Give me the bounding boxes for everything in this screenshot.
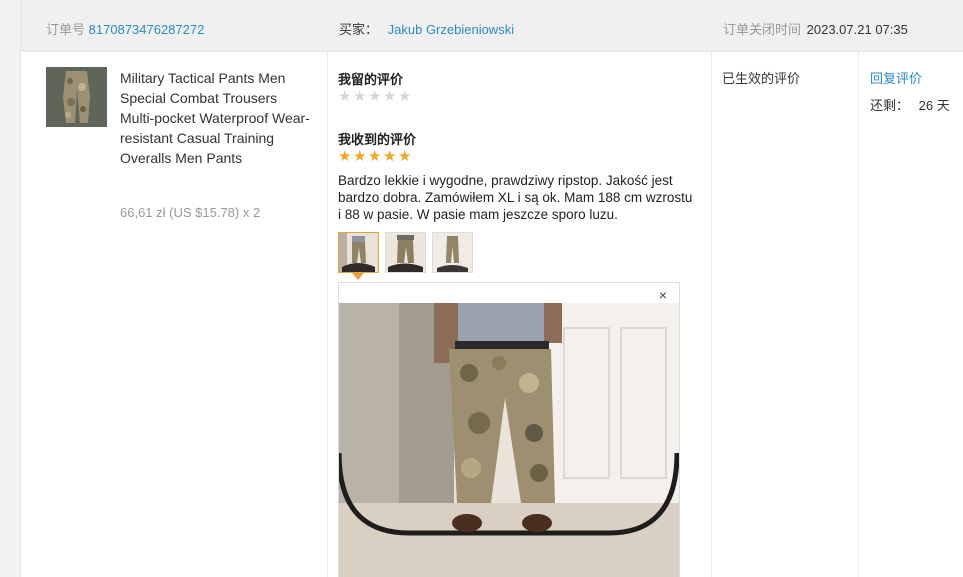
received-review-title: 我收到的评价 [338,132,417,147]
buyer-name-link[interactable]: Jakub Grzebieniowski [388,22,514,37]
star-icon: ★ [368,148,382,165]
reply-review-link[interactable]: 回复评价 [870,68,922,87]
my-review-title: 我留的评价 [338,72,404,87]
product-image[interactable] [46,67,107,127]
closed-time-row: 订单关闭时间 2023.07.21 07:35 [723,19,908,38]
review-photo-large [339,303,679,577]
product-title-link[interactable]: Military Tactical Pants Men Special Comb… [120,68,310,168]
review-status: 已生效的评价 [722,71,801,86]
buyer-row: 买家： Jakub Grzebieniowski [339,19,514,38]
photo-thumbnail-icon [386,233,425,272]
order-number-label: 订单号 [46,22,86,37]
order-header: 订单号 8170873476287272 买家： Jakub Grzebieni… [21,0,963,52]
product-price: 66,61 zł (US $15.78) x 2 [120,205,261,220]
remaining-label: 还剩： [870,98,910,113]
column-divider [711,52,712,577]
star-icon: ★ [338,148,352,165]
star-icon: ★ [368,88,382,105]
column-divider [858,52,859,577]
column-divider [327,52,328,577]
review-photo-thumb-1[interactable] [338,232,379,273]
star-icon: ★ [398,88,412,105]
my-review-stars: ★ ★ ★ ★ ★ [338,89,412,104]
star-icon: ★ [353,148,367,165]
review-photo-thumb-2[interactable] [385,232,426,273]
order-number-link[interactable]: 8170873476287272 [89,22,205,37]
camo-pants-image [46,67,107,127]
review-text: Bardzo lekkie i wygodne, prawdziwy ripst… [338,173,693,222]
photo-thumbnail-icon [433,233,472,272]
active-photo-caret [352,273,364,280]
close-icon[interactable]: × [659,287,667,303]
star-icon: ★ [383,88,397,105]
order-card: 订单号 8170873476287272 买家： Jakub Grzebieni… [20,0,963,577]
star-icon: ★ [338,88,352,105]
photo-viewer: × [338,282,680,577]
order-number-row: 订单号 8170873476287272 [46,19,204,38]
photo-thumbnail-icon [339,233,378,272]
star-icon: ★ [353,88,367,105]
received-review-stars: ★ ★ ★ ★ ★ [338,149,412,164]
closed-time-label: 订单关闭时间 [723,22,802,37]
star-icon: ★ [383,148,397,165]
review-photo-thumb-3[interactable] [432,232,473,273]
remaining-time: 还剩： 26 天 [870,95,950,114]
remaining-value: 26 天 [918,98,950,113]
buyer-label: 买家： [339,22,379,37]
closed-time-value: 2023.07.21 07:35 [806,22,908,37]
star-icon: ★ [398,148,412,165]
